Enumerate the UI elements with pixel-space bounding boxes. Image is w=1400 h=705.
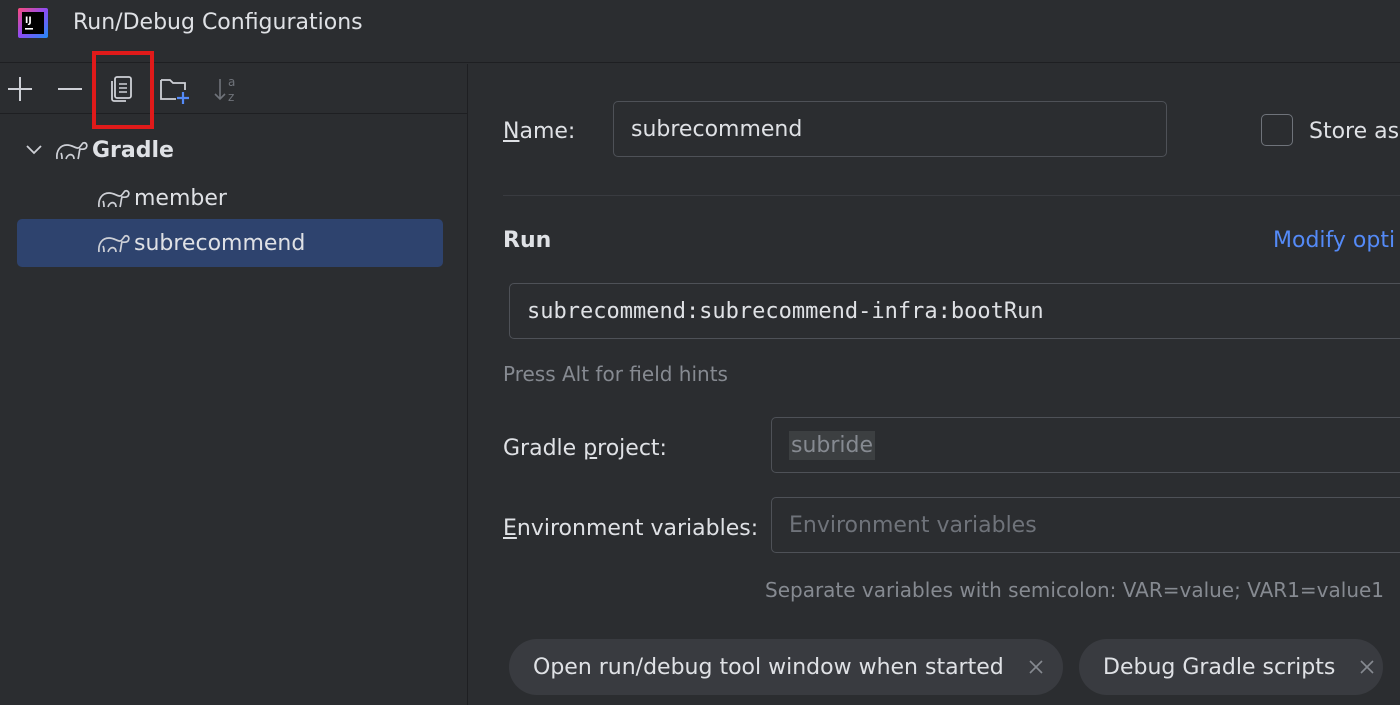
gradle-project-input[interactable]: subride: [771, 417, 1400, 473]
minus-icon: [58, 88, 82, 90]
environment-variables-placeholder: Environment variables: [789, 512, 1037, 538]
gradle-icon: [98, 189, 130, 208]
tree-item-member[interactable]: member: [96, 174, 227, 222]
environment-variables-hint: Separate variables with semicolon: VAR=v…: [765, 578, 1385, 602]
close-icon[interactable]: [1026, 657, 1046, 677]
environment-variables-input[interactable]: Environment variables: [771, 497, 1400, 553]
separator: [503, 195, 1400, 196]
store-as-project-file-checkbox[interactable]: [1261, 114, 1293, 146]
svg-text:z: z: [228, 90, 234, 104]
new-folder-icon: [160, 79, 189, 104]
name-input[interactable]: subrecommend: [613, 101, 1167, 157]
configuration-editor: Name: subrecommend Store as Run Modify o…: [469, 64, 1400, 705]
name-label: Name:: [503, 119, 576, 144]
plus-icon: [8, 77, 32, 101]
name-input-value: subrecommend: [631, 116, 803, 142]
tag-debug-gradle-scripts: Debug Gradle scripts: [1079, 639, 1383, 695]
annotation-highlight-box: [92, 51, 154, 129]
run-section-title: Run: [503, 228, 552, 253]
tree-item-label: subrecommend: [134, 230, 306, 256]
add-configuration-button[interactable]: [0, 71, 40, 107]
store-as-label: Store as: [1309, 119, 1400, 144]
configurations-panel: a z Gradle member subrecommend: [0, 51, 468, 705]
sort-configurations-button[interactable]: a z: [207, 71, 247, 107]
gradle-project-label: Gradle project:: [503, 436, 667, 461]
run-command-input[interactable]: subrecommend:subrecommend-infra:bootRun: [509, 283, 1400, 339]
gradle-icon: [98, 234, 130, 253]
close-icon[interactable]: [1357, 657, 1377, 677]
tag-label: Debug Gradle scripts: [1103, 654, 1336, 680]
modify-options-link[interactable]: Modify opti: [1273, 228, 1395, 253]
svg-text:IJ: IJ: [25, 16, 32, 26]
window-title: Run/Debug Configurations: [73, 10, 363, 35]
tree-group-gradle[interactable]: Gradle: [22, 126, 174, 174]
tree-group-label: Gradle: [92, 137, 174, 163]
environment-variables-label: Environment variables:: [503, 516, 759, 541]
tag-label: Open run/debug tool window when started: [533, 654, 1004, 680]
tree-item-label: member: [134, 185, 227, 211]
remove-configuration-button[interactable]: [50, 71, 90, 107]
tree-item-subrecommend[interactable]: subrecommend: [17, 219, 443, 267]
new-folder-button[interactable]: [155, 71, 195, 107]
field-hints-text: Press Alt for field hints: [503, 362, 728, 386]
chevron-down-icon[interactable]: [22, 138, 46, 162]
sort-alphabetically-icon: a z: [214, 75, 235, 104]
tag-open-run-debug-window: Open run/debug tool window when started: [509, 639, 1063, 695]
configurations-toolbar: a z: [0, 51, 468, 129]
svg-text:a: a: [228, 75, 235, 89]
intellij-app-icon: IJ: [18, 8, 48, 38]
gradle-icon: [56, 141, 88, 160]
title-bar: IJ Run/Debug Configurations: [0, 0, 1400, 63]
run-command-value: subrecommend:subrecommend-infra:bootRun: [527, 298, 1044, 324]
gradle-project-value: subride: [789, 430, 876, 460]
